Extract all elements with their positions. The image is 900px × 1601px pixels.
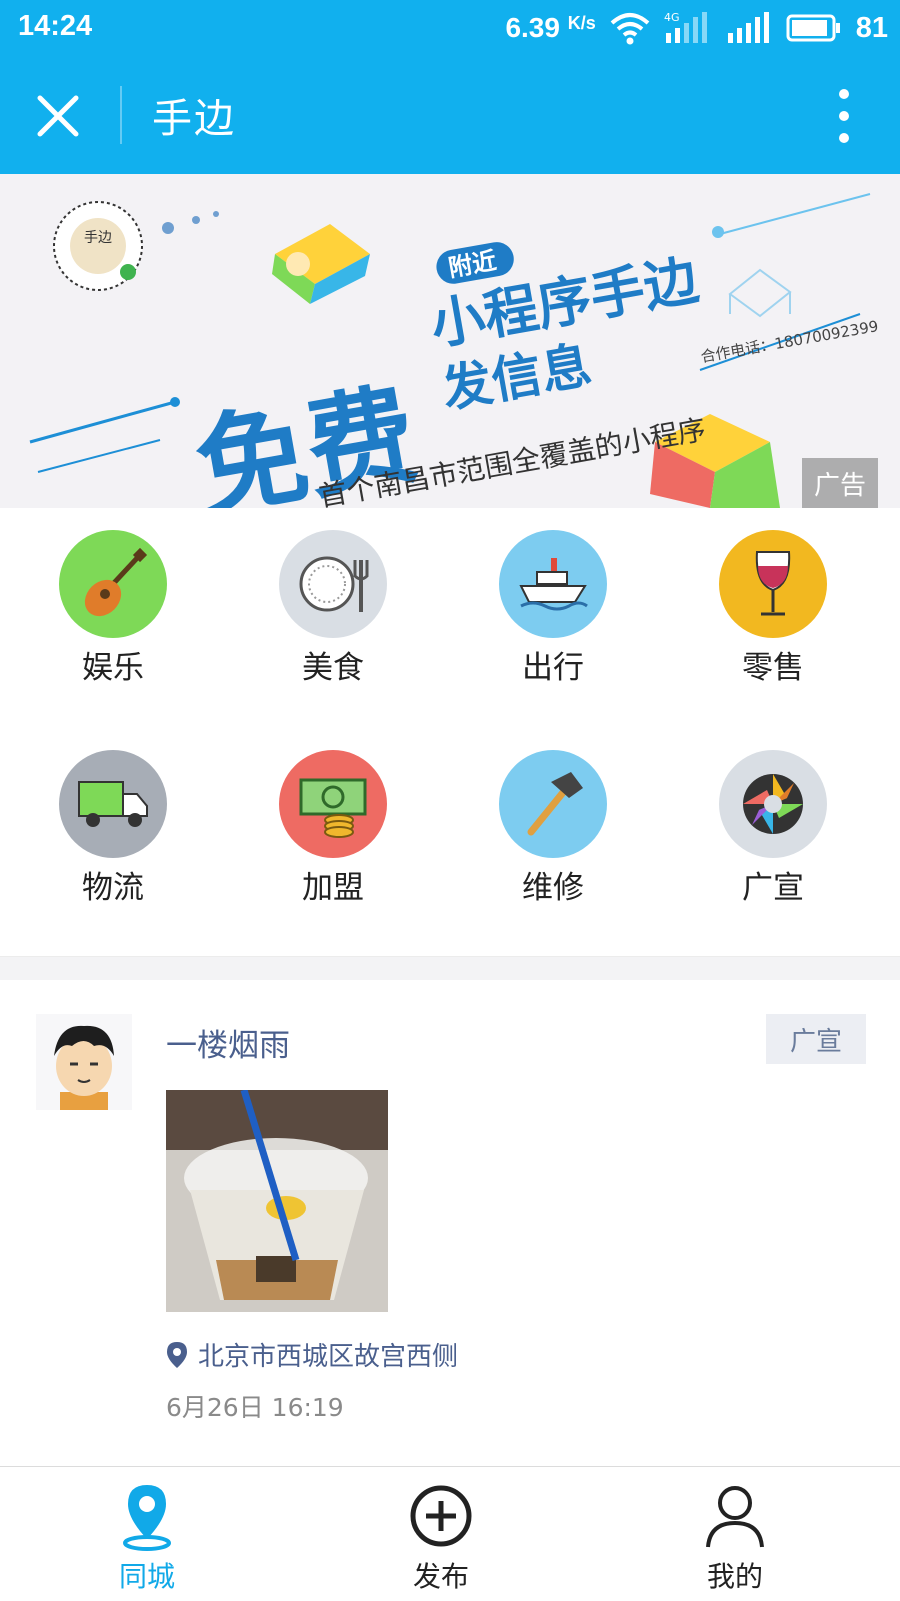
svg-text:手边: 手边 [84,230,112,246]
location-pin-icon [123,1485,171,1551]
category-franchise[interactable]: 加盟 [258,728,408,906]
post-photo[interactable] [166,1090,388,1312]
network-speed: 6.39 K/s [505,12,596,43]
truck-icon [59,750,167,858]
signal-4g-icon: 4G [664,11,707,43]
section-divider [0,956,900,981]
nav-label: 同城 [118,1560,175,1593]
post-card[interactable]: 一楼烟雨 广宣 北京市西城区故宫西侧 6月26日 16:19 [0,980,900,1466]
close-button[interactable] [30,88,86,144]
category-label: 物流 [82,870,144,906]
aperture-icon [719,750,827,858]
status-indicators: 6.39 K/s 4G 81 [505,8,888,48]
ad-banner[interactable]: 手边 免费 附近 小程序手边 发信息 首个南昌市范围全覆盖的小程序 合作电话：1… [0,174,900,508]
location-text: 北京市西城区故宫西侧 [198,1342,459,1372]
ad-label: 广告 [802,458,878,508]
status-time: 14:24 [18,10,93,42]
category-label: 美食 [302,650,364,686]
post-time: 6月26日 16:19 [166,1393,344,1422]
more-button[interactable] [832,86,856,146]
category-entertainment[interactable]: 娱乐 [38,508,188,686]
wireframe-cube [728,268,792,318]
close-icon [37,95,79,137]
guitar-icon [59,530,167,638]
category-repair[interactable]: 维修 [478,728,628,906]
avatar[interactable] [36,1014,132,1110]
battery-percent: 81 [855,11,888,44]
category-retail[interactable]: 零售 [698,508,848,686]
banner-artwork: 手边 免费 附近 小程序手边 发信息 首个南昌市范围全覆盖的小程序 合作电话：1… [29,193,880,508]
person-icon [706,1486,764,1548]
category-label: 加盟 [302,870,364,906]
category-label: 广宣 [742,870,804,906]
drink-cup-image [166,1090,388,1312]
post-location[interactable]: 北京市西城区故宫西侧 [166,1336,458,1373]
qr-code-icon: 手边 [53,201,143,291]
category-label: 出行 [522,650,584,686]
category-food[interactable]: 美食 [258,508,408,686]
category-label: 维修 [522,870,584,906]
category-logistics[interactable]: 物流 [38,728,188,906]
category-label: 零售 [742,650,804,686]
svg-text:合作电话：18070092399: 合作电话：18070092399 [699,317,879,366]
add-circle-icon [410,1485,472,1547]
hammer-icon [499,750,607,858]
nav-label: 我的 [706,1560,763,1593]
wine-glass-icon [719,530,827,638]
category-advertising[interactable]: 广宣 [698,728,848,906]
post-category-tag[interactable]: 广宣 [766,1014,866,1064]
title-bar: 手边 [0,56,900,174]
category-label: 娱乐 [82,650,144,686]
status-bar: 14:24 6.39 K/s 4G 81 [0,0,900,56]
bottom-nav: 同城 发布 我的 [0,1466,900,1601]
category-grid: 娱乐 美食 出行 零售 物流 加盟 维修 广宣 [0,508,900,956]
post-username[interactable]: 一楼烟雨 [166,1020,290,1065]
money-icon [279,750,387,858]
ship-icon [499,530,607,638]
battery-icon [786,14,840,42]
nav-label: 发布 [412,1560,469,1593]
page-title: 手边 [152,96,236,142]
location-pin-small-icon [167,1341,187,1368]
more-vertical-icon [839,89,849,143]
title-divider [120,86,122,144]
signal-icon [727,12,769,43]
category-travel[interactable]: 出行 [478,508,628,686]
svg-text:4G: 4G [664,11,680,24]
nav-tab-me[interactable]: 我的 [660,1467,810,1601]
nav-tab-post[interactable]: 发布 [366,1467,516,1601]
nav-tab-city[interactable]: 同城 [72,1467,222,1601]
wifi-icon [610,13,650,45]
plate-fork-icon [279,530,387,638]
cube-graphic-top [272,224,370,304]
avatar-illustration [54,1025,114,1110]
